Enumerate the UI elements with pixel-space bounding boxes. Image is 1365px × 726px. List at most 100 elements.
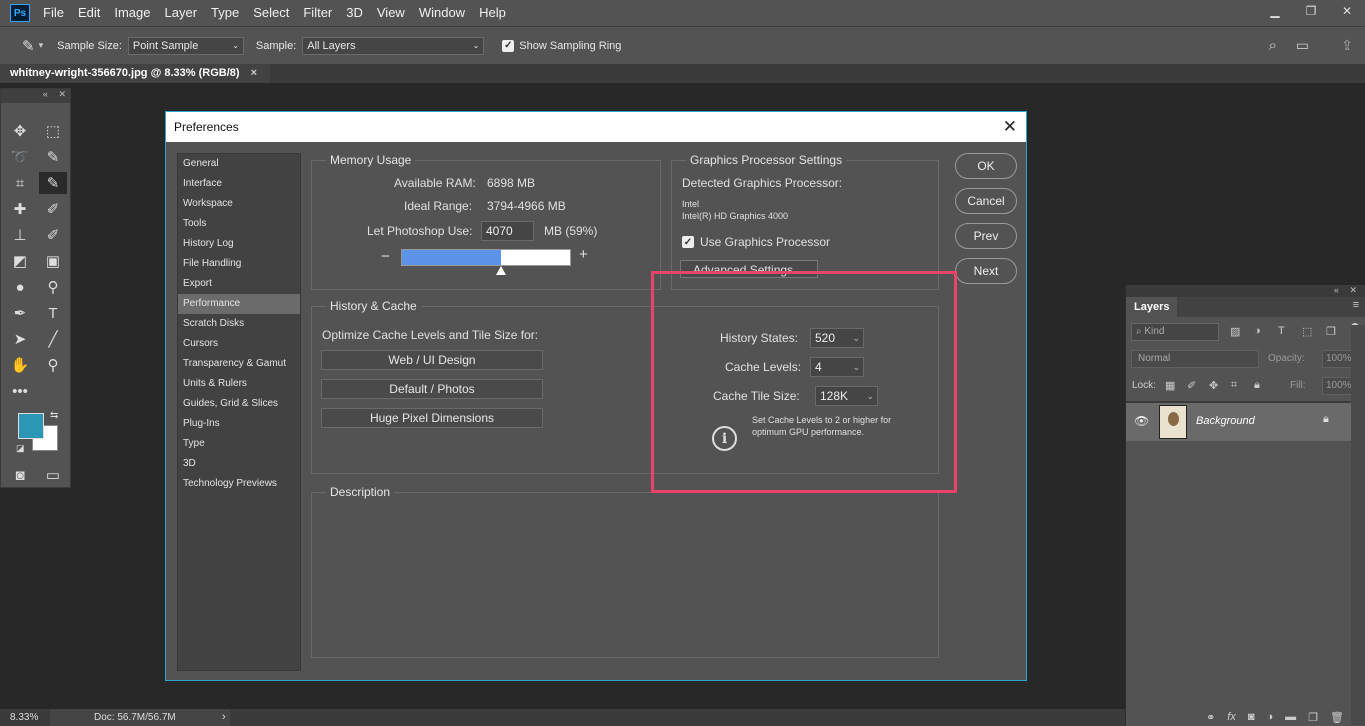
menu-edit[interactable]: Edit: [71, 0, 107, 26]
close-icon[interactable]: ✕: [1329, 0, 1365, 22]
menu-help[interactable]: Help: [472, 0, 513, 26]
decrease-memory-button[interactable]: −: [381, 248, 390, 265]
dodge-tool-icon[interactable]: ⚲: [41, 276, 65, 298]
move-tool-icon[interactable]: ✥: [8, 120, 32, 142]
close-icon[interactable]: ✕: [1349, 285, 1357, 295]
close-icon[interactable]: ✕: [58, 89, 66, 99]
ok-button[interactable]: OK: [955, 153, 1017, 179]
foreground-color-swatch[interactable]: [18, 413, 44, 439]
sidebar-item-type[interactable]: Type: [178, 434, 300, 454]
memory-slider-thumb[interactable]: [496, 266, 506, 275]
sidebar-item-technology-previews[interactable]: Technology Previews: [178, 474, 300, 494]
blur-tool-icon[interactable]: ●: [8, 276, 32, 298]
sidebar-item-cursors[interactable]: Cursors: [178, 334, 300, 354]
quick-select-tool-icon[interactable]: ✎: [41, 146, 65, 168]
healing-tool-icon[interactable]: ✚: [8, 198, 32, 220]
eyedropper-icon[interactable]: ✎: [22, 37, 35, 55]
sidebar-item-plug-ins[interactable]: Plug-Ins: [178, 414, 300, 434]
memory-use-field[interactable]: 4070: [481, 221, 534, 241]
scrollbar[interactable]: [1351, 325, 1365, 725]
sidebar-item-interface[interactable]: Interface: [178, 174, 300, 194]
adjustment-layer-icon[interactable]: ◑: [1267, 711, 1274, 726]
lock-pixels-icon[interactable]: ✐: [1187, 379, 1196, 392]
swap-colors-icon[interactable]: ⇆: [50, 410, 58, 421]
lock-transparent-icon[interactable]: ▦: [1165, 379, 1175, 392]
chevron-right-icon[interactable]: ›: [222, 711, 226, 723]
default-colors-icon[interactable]: ◪: [16, 443, 25, 454]
layer-kind-filter[interactable]: ⌕ Kind: [1131, 323, 1219, 341]
stamp-tool-icon[interactable]: ⊥: [8, 224, 32, 246]
dialog-close-icon[interactable]: ✕: [1003, 112, 1017, 142]
sidebar-item-transparency-gamut[interactable]: Transparency & Gamut: [178, 354, 300, 374]
sample-dropdown[interactable]: All Layers ⌄: [302, 36, 485, 55]
sidebar-item-export[interactable]: Export: [178, 274, 300, 294]
next-button[interactable]: Next: [955, 258, 1017, 284]
collapse-icon[interactable]: «: [1334, 285, 1339, 295]
lock-all-icon[interactable]: 🔒︎: [1254, 379, 1260, 392]
trash-icon[interactable]: 🗑︎: [1330, 711, 1344, 726]
tab-close-icon[interactable]: ×: [251, 67, 257, 79]
sidebar-item-tools[interactable]: Tools: [178, 214, 300, 234]
sidebar-item-units-rulers[interactable]: Units & Rulers: [178, 374, 300, 394]
link-layers-icon[interactable]: ⚭: [1206, 711, 1215, 726]
type-filter-icon[interactable]: T: [1278, 325, 1285, 337]
chevron-down-icon[interactable]: ▾: [39, 40, 44, 51]
layer-name[interactable]: Background: [1196, 415, 1255, 427]
web-ui-design-button[interactable]: Web / UI Design: [321, 350, 543, 370]
sample-size-dropdown[interactable]: Point Sample ⌄: [127, 36, 244, 55]
eyedropper-tool-icon[interactable]: ✎: [39, 172, 67, 194]
lock-artboard-icon[interactable]: ⌗: [1231, 379, 1237, 392]
huge-pixel-dimensions-button[interactable]: Huge Pixel Dimensions: [321, 408, 543, 428]
share-icon[interactable]: ⇪: [1341, 37, 1353, 54]
menu-layer[interactable]: Layer: [158, 0, 205, 26]
increase-memory-button[interactable]: +: [579, 246, 588, 263]
sidebar-item-history-log[interactable]: History Log: [178, 234, 300, 254]
sidebar-item-3d[interactable]: 3D: [178, 454, 300, 474]
crop-tool-icon[interactable]: ⌗: [8, 172, 32, 194]
memory-slider-track[interactable]: [401, 249, 571, 266]
sidebar-item-performance[interactable]: Performance: [178, 294, 300, 314]
cancel-button[interactable]: Cancel: [955, 188, 1017, 214]
lock-position-icon[interactable]: ✥: [1209, 379, 1218, 392]
menu-image[interactable]: Image: [107, 0, 157, 26]
marquee-tool-icon[interactable]: ⬚: [41, 120, 65, 142]
minimize-icon[interactable]: ▁: [1257, 0, 1293, 22]
lasso-tool-icon[interactable]: ➰: [8, 146, 32, 168]
type-tool-icon[interactable]: T: [41, 302, 65, 324]
gradient-tool-icon[interactable]: ▣: [41, 250, 65, 272]
zoom-tool-icon[interactable]: ⚲: [41, 354, 65, 376]
new-group-icon[interactable]: ▬: [1285, 711, 1296, 726]
default-photos-button[interactable]: Default / Photos: [321, 379, 543, 399]
line-tool-icon[interactable]: ╱: [41, 328, 65, 350]
menu-select[interactable]: Select: [246, 0, 296, 26]
path-select-tool-icon[interactable]: ➤: [8, 328, 32, 350]
menu-filter[interactable]: Filter: [296, 0, 339, 26]
history-brush-tool-icon[interactable]: ✐: [41, 224, 65, 246]
visibility-eye-icon[interactable]: 👁︎: [1134, 414, 1149, 428]
collapse-icon[interactable]: «: [43, 89, 48, 99]
mask-icon[interactable]: ◙: [1248, 711, 1255, 726]
panel-menu-icon[interactable]: ≡: [1353, 299, 1359, 311]
brush-tool-icon[interactable]: ✐: [41, 198, 65, 220]
eraser-tool-icon[interactable]: ◩: [8, 250, 32, 272]
smart-object-filter-icon[interactable]: ❐: [1326, 325, 1336, 338]
sidebar-item-guides-grid-slices[interactable]: Guides, Grid & Slices: [178, 394, 300, 414]
sidebar-item-scratch-disks[interactable]: Scratch Disks: [178, 314, 300, 334]
document-tab[interactable]: whitney-wright-356670.jpg @ 8.33% (RGB/8…: [0, 64, 270, 83]
use-gpu-checkbox[interactable]: ✓: [682, 236, 694, 248]
menu-type[interactable]: Type: [204, 0, 246, 26]
sidebar-item-workspace[interactable]: Workspace: [178, 194, 300, 214]
show-ring-checkbox[interactable]: ✓: [502, 39, 515, 52]
sidebar-item-general[interactable]: General: [178, 154, 300, 174]
fx-icon[interactable]: fx: [1227, 711, 1236, 726]
sidebar-item-file-handling[interactable]: File Handling: [178, 254, 300, 274]
quick-mask-icon[interactable]: ◙: [8, 464, 32, 486]
image-filter-icon[interactable]: ▨: [1230, 325, 1240, 338]
more-tools-icon[interactable]: •••: [8, 380, 32, 402]
adjustment-filter-icon[interactable]: ◑: [1254, 325, 1261, 337]
menu-window[interactable]: Window: [412, 0, 472, 26]
menu-3d[interactable]: 3D: [339, 0, 370, 26]
zoom-level[interactable]: 8.33%: [10, 712, 38, 723]
screen-mode-icon[interactable]: ▭: [41, 464, 65, 486]
layer-row[interactable]: 👁︎ Background 🔒︎: [1126, 403, 1351, 441]
